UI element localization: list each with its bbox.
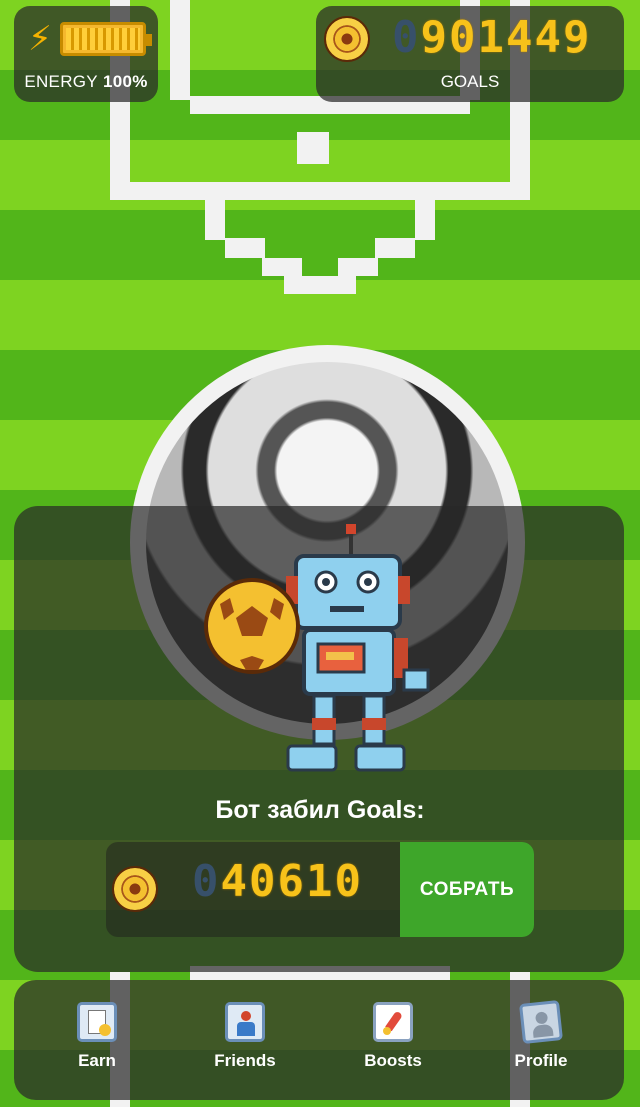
bottom-nav: Earn Friends Boosts Profile <box>14 980 624 1100</box>
battery-level <box>66 28 140 50</box>
energy-value: 100% <box>102 72 148 91</box>
nav-item-profile[interactable]: Profile <box>481 1000 601 1071</box>
goals-card: 0901449 GOALS <box>316 6 624 102</box>
collect-button[interactable]: СОБРАТЬ <box>400 842 534 937</box>
lightning-icon: ⚡ <box>28 19 52 59</box>
profile-icon <box>519 1000 563 1044</box>
energy-label: ENERGY <box>24 72 98 91</box>
robot-illustration <box>204 524 430 772</box>
football-coin-icon <box>324 16 370 62</box>
earn-icon <box>77 1002 117 1042</box>
goals-value: 901449 <box>420 12 592 63</box>
nav-item-boosts[interactable]: Boosts <box>333 1002 453 1071</box>
friends-icon <box>225 1002 265 1042</box>
energy-card: ⚡ ENERGY 100% <box>14 6 158 102</box>
goals-label: GOALS <box>440 72 500 91</box>
nav-label-boosts: Boosts <box>364 1051 422 1070</box>
energy-readout: ENERGY 100% <box>14 72 158 92</box>
bot-goals-value: 40610 <box>220 856 363 907</box>
nav-label-friends: Friends <box>214 1051 276 1070</box>
boosts-icon <box>373 1002 413 1042</box>
nav-label-profile: Profile <box>514 1051 568 1070</box>
football-coin-icon <box>112 866 158 912</box>
nav-item-earn[interactable]: Earn <box>37 1002 157 1071</box>
nav-label-earn: Earn <box>78 1051 116 1070</box>
bot-goals-counter: 040610 <box>192 856 363 907</box>
nav-item-friends[interactable]: Friends <box>185 1002 305 1071</box>
battery-icon <box>60 22 152 56</box>
bot-collect-box: 040610 СОБРАТЬ <box>106 842 534 937</box>
goals-counter: 0901449 <box>392 12 592 63</box>
bot-goals-title: Бот забил Goals: <box>215 796 425 824</box>
